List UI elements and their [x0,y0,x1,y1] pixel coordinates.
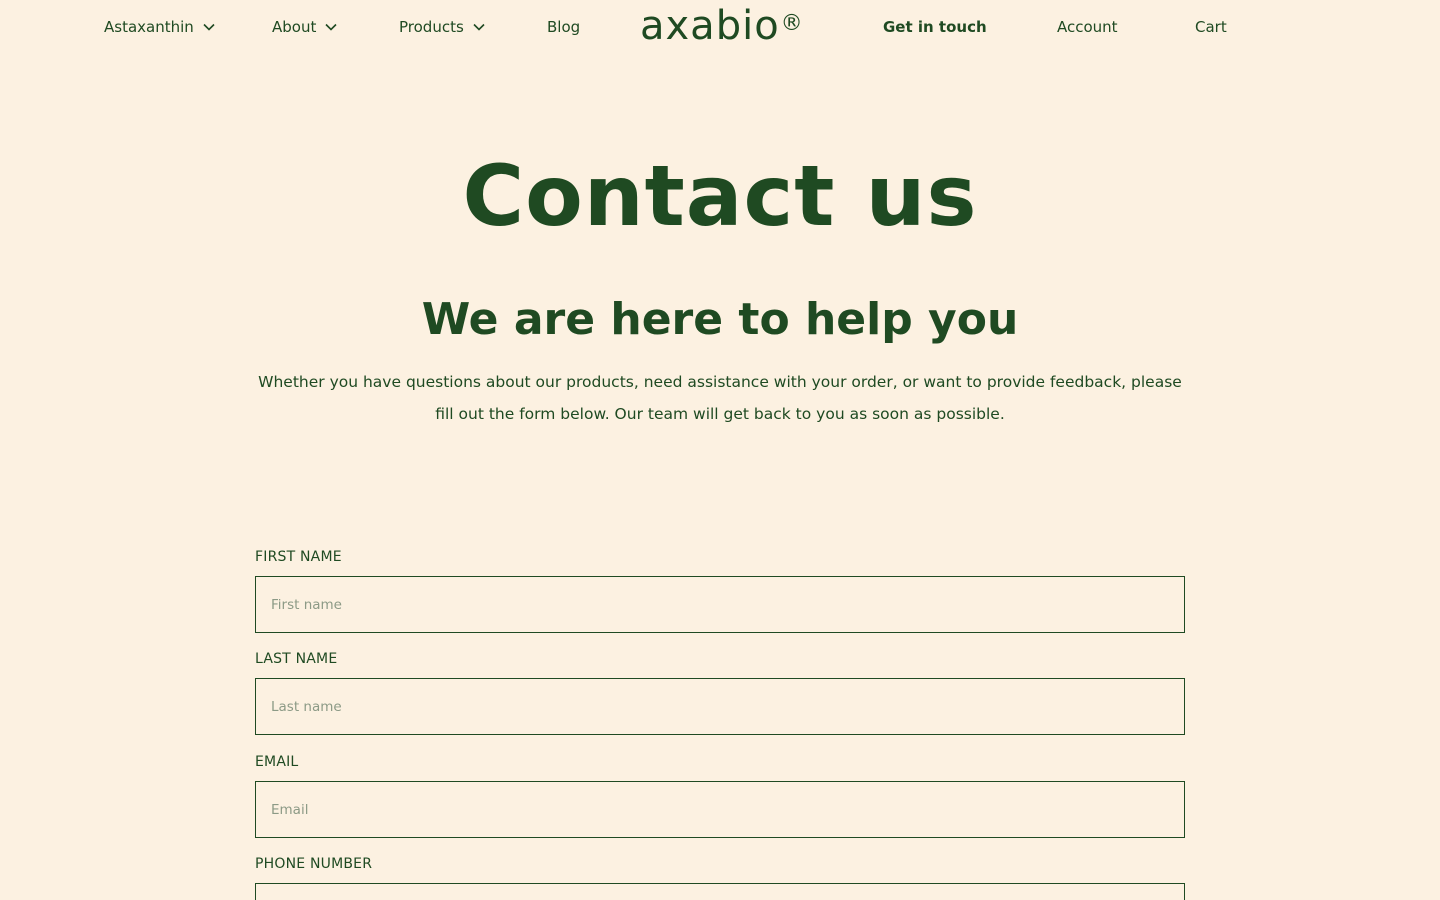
last-name-input[interactable] [255,678,1185,735]
page-title: Contact us [462,147,978,245]
nav-item-label: Blog [547,18,581,36]
chevron-down-icon [472,20,486,34]
email-label: EMAIL [255,754,299,770]
nav-item-astaxanthin[interactable]: Astaxanthin [104,17,216,37]
nav-item-label: About [272,18,317,36]
nav-item-account[interactable]: Account [1057,17,1118,37]
nav-item-about[interactable]: About [272,17,338,37]
nav-item-label: Account [1057,18,1118,36]
last-name-label: LAST NAME [255,651,338,667]
first-name-label: FIRST NAME [255,549,342,565]
nav-item-label: Get in touch [883,18,987,36]
phone-number-label: PHONE NUMBER [255,856,373,872]
nav-item-cart[interactable]: Cart [1195,17,1227,37]
nav-item-label: Cart [1195,18,1227,36]
logo-text: axabio [640,3,780,49]
top-navigation: Astaxanthin About Products Blog axabio® … [0,0,1440,56]
email-input[interactable] [255,781,1185,838]
nav-item-products[interactable]: Products [399,17,486,37]
intro-text: Whether you have questions about our pro… [258,373,1182,423]
brand-logo[interactable]: axabio® [640,4,804,48]
first-name-input[interactable] [255,576,1185,633]
registered-mark: ® [780,11,804,36]
page-subtitle: We are here to help you [421,294,1019,345]
nav-item-label: Products [399,18,464,36]
nav-item-get-in-touch[interactable]: Get in touch [883,17,987,37]
chevron-down-icon [324,20,338,34]
chevron-down-icon [202,20,216,34]
nav-item-label: Astaxanthin [104,18,194,36]
phone-number-input[interactable] [255,883,1185,900]
nav-item-blog[interactable]: Blog [547,17,580,37]
